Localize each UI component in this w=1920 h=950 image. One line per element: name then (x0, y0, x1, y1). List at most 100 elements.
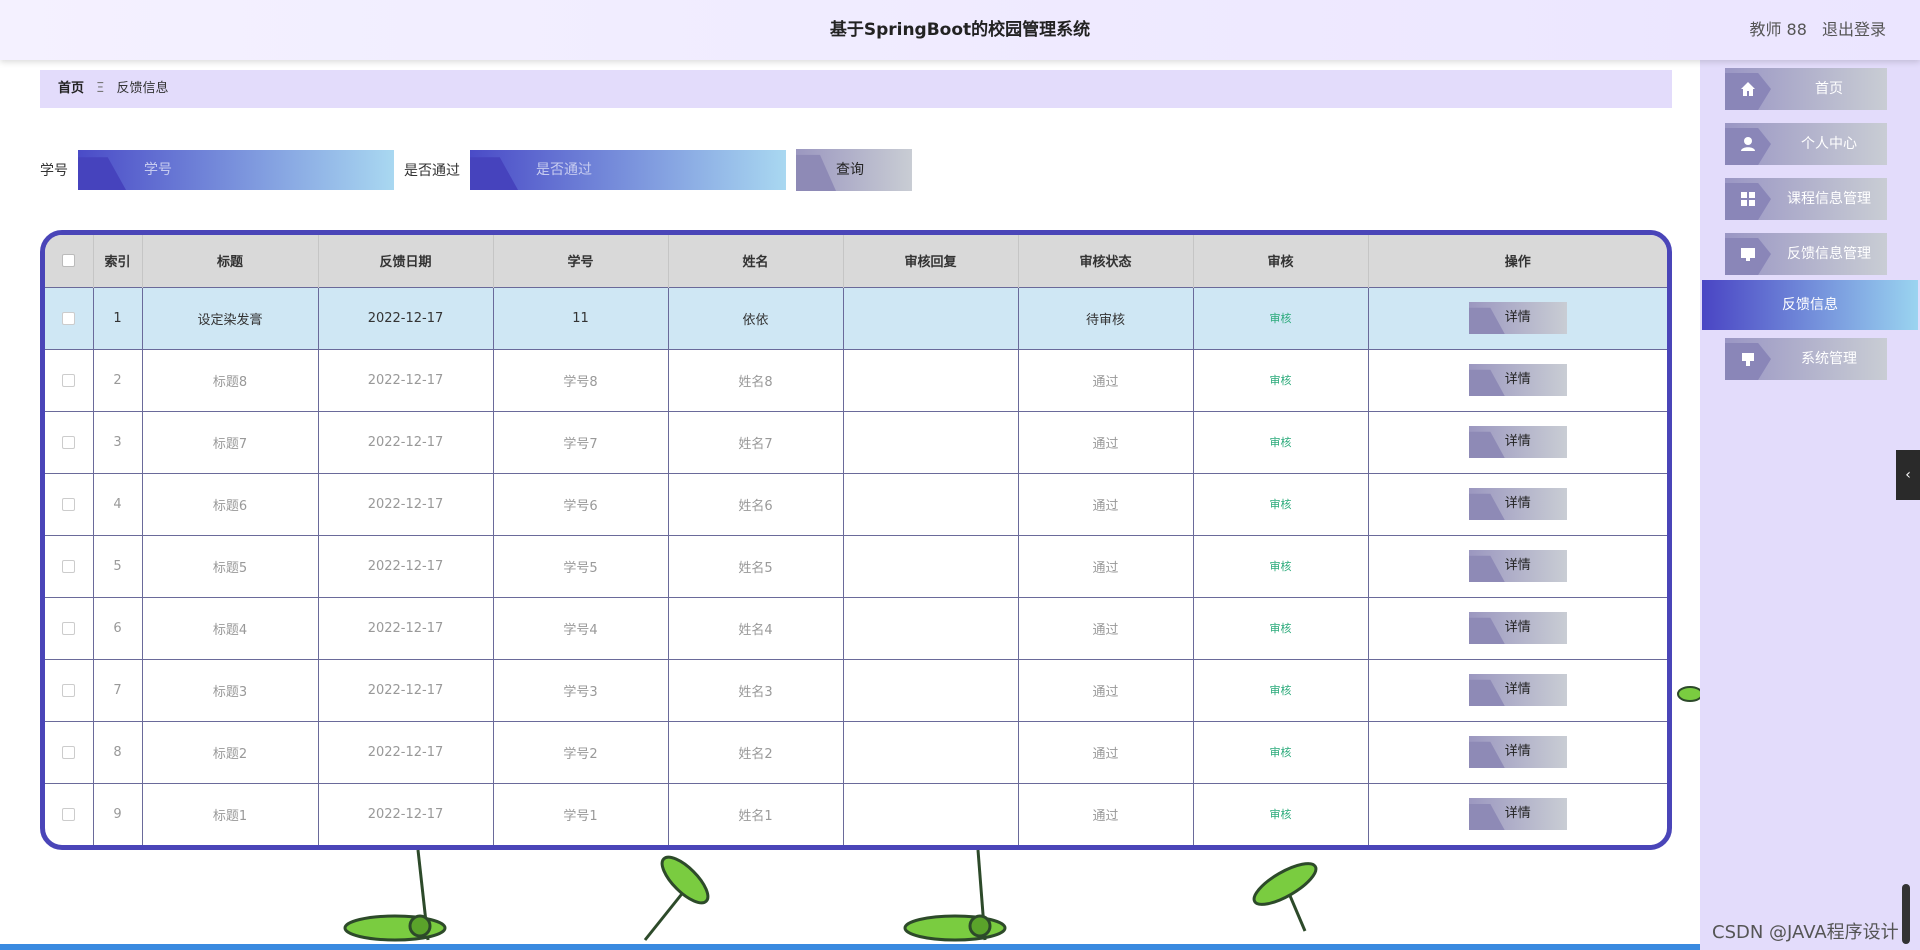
detail-button-tab (1468, 804, 1505, 831)
table-row[interactable]: 6 标题4 2022-12-17 学号4 姓名4 通过 审核 详情 (45, 596, 1667, 659)
breadcrumb: 首页 Ξ 反馈信息 (40, 70, 1672, 108)
detail-button-tab (1468, 741, 1505, 768)
cell-title: 标题3 (142, 658, 319, 721)
cell-reply (843, 534, 1019, 597)
cell-name: 姓名7 (668, 410, 844, 473)
table-row[interactable]: 9 标题1 2022-12-17 学号1 姓名1 通过 审核 详情 (45, 782, 1667, 845)
detail-button-label: 详情 (1504, 434, 1531, 449)
detail-button-tab (1468, 679, 1505, 706)
audit-link[interactable]: 审核 (1270, 684, 1292, 697)
col-date: 反馈日期 (318, 235, 494, 287)
cell-reply (843, 782, 1019, 845)
detail-button[interactable]: 详情 (1468, 426, 1567, 458)
cell-action: 详情 (1368, 596, 1667, 659)
detail-button[interactable]: 详情 (1468, 798, 1567, 831)
cell-action: 详情 (1368, 658, 1667, 721)
row-checkbox[interactable] (62, 745, 76, 759)
cell-action: 详情 (1368, 720, 1667, 783)
cell-student-id: 11 (493, 286, 669, 349)
cell-reply (843, 286, 1019, 349)
audit-link[interactable]: 审核 (1270, 560, 1292, 573)
cell-status: 通过 (1018, 658, 1194, 721)
cell-index: 4 (93, 472, 143, 535)
cell-status: 通过 (1018, 720, 1194, 783)
cell-audit: 审核 (1193, 534, 1369, 597)
bottom-progress-strip (0, 944, 1700, 950)
cell-title: 标题5 (142, 534, 319, 597)
table-row[interactable]: 8 标题2 2022-12-17 学号2 姓名2 通过 审核 详情 (45, 720, 1667, 783)
audit-link[interactable]: 审核 (1270, 436, 1292, 449)
audit-link[interactable]: 审核 (1270, 312, 1292, 325)
sidebar-item-label: 个人中心 (1801, 136, 1857, 152)
cell-status: 待审核 (1018, 286, 1194, 349)
row-checkbox[interactable] (62, 621, 76, 635)
table-row[interactable]: 7 标题3 2022-12-17 学号3 姓名3 通过 审核 详情 (45, 658, 1667, 721)
row-checkbox[interactable] (62, 683, 76, 697)
cell-date: 2022-12-17 (318, 782, 494, 845)
detail-button[interactable]: 详情 (1468, 612, 1567, 644)
sidebar-collapse-button[interactable]: ‹ (1896, 450, 1920, 500)
detail-button[interactable]: 详情 (1468, 736, 1567, 768)
table-row[interactable]: 5 标题5 2022-12-17 学号5 姓名5 通过 审核 详情 (45, 534, 1667, 597)
select-all-cell (45, 235, 94, 287)
row-select-cell (45, 596, 94, 659)
watermark: CSDN @JAVA程序设计 (1712, 922, 1899, 943)
table-row[interactable]: 2 标题8 2022-12-17 学号8 姓名8 通过 审核 详情 (45, 348, 1667, 411)
detail-button[interactable]: 详情 (1468, 550, 1567, 582)
cell-name: 依依 (668, 286, 844, 349)
scrollbar-thumb[interactable] (1902, 884, 1910, 944)
audit-link[interactable]: 审核 (1270, 374, 1292, 387)
detail-button-label: 详情 (1504, 310, 1531, 325)
detail-button-label: 详情 (1504, 744, 1531, 759)
cell-name: 姓名3 (668, 658, 844, 721)
audit-link[interactable]: 审核 (1270, 622, 1292, 635)
detail-button-tab (1468, 307, 1505, 334)
row-select-cell (45, 348, 94, 411)
detail-button[interactable]: 详情 (1468, 488, 1567, 520)
audit-link[interactable]: 审核 (1270, 808, 1292, 821)
col-action: 操作 (1368, 235, 1667, 287)
sidebar-item-profile[interactable]: 个人中心 (1725, 123, 1887, 165)
detail-button-label: 详情 (1504, 620, 1531, 635)
cell-audit: 审核 (1193, 348, 1369, 411)
sidebar-item-feedback[interactable]: 反馈信息管理 (1725, 233, 1887, 275)
row-checkbox[interactable] (62, 559, 76, 573)
sidebar-item-system[interactable]: 系统管理 (1725, 338, 1887, 380)
cell-status: 通过 (1018, 782, 1194, 845)
cell-name: 姓名8 (668, 348, 844, 411)
passed-input[interactable] (470, 150, 786, 190)
row-checkbox[interactable] (62, 435, 76, 449)
detail-button[interactable]: 详情 (1468, 674, 1567, 706)
table-row[interactable]: 4 标题6 2022-12-17 学号6 姓名6 通过 审核 详情 (45, 472, 1667, 535)
detail-button[interactable]: 详情 (1468, 364, 1567, 396)
logout-link[interactable]: 退出登录 (1822, 20, 1886, 39)
cell-title: 设定染发膏 (142, 286, 319, 349)
user-icon (1741, 137, 1755, 151)
sidebar-item-home[interactable]: 首页 (1725, 68, 1887, 110)
row-select-cell (45, 534, 94, 597)
row-checkbox[interactable] (62, 373, 76, 387)
cell-name: 姓名2 (668, 720, 844, 783)
select-all-checkbox[interactable] (62, 254, 76, 268)
row-checkbox[interactable] (62, 807, 76, 821)
sidebar-item-course[interactable]: 课程信息管理 (1725, 178, 1887, 220)
audit-link[interactable]: 审核 (1270, 746, 1292, 759)
row-checkbox[interactable] (62, 311, 76, 325)
sidebar-subitem-feedback[interactable]: 反馈信息 (1702, 280, 1918, 330)
student-id-input[interactable] (78, 150, 394, 190)
sidebar-item-label: 系统管理 (1801, 351, 1857, 367)
system-icon (1742, 353, 1754, 366)
detail-button-tab (1468, 493, 1505, 520)
table-row[interactable]: 1 设定染发膏 2022-12-17 11 依依 待审核 审核 详情 (45, 286, 1667, 349)
cell-title: 标题7 (142, 410, 319, 473)
cell-name: 姓名1 (668, 782, 844, 845)
cell-reply (843, 658, 1019, 721)
row-checkbox[interactable] (62, 497, 76, 511)
query-button[interactable]: 查询 (796, 149, 912, 191)
audit-link[interactable]: 审核 (1270, 498, 1292, 511)
detail-button[interactable]: 详情 (1468, 302, 1567, 334)
row-select-cell (45, 658, 94, 721)
table-row[interactable]: 3 标题7 2022-12-17 学号7 姓名7 通过 审核 详情 (45, 410, 1667, 473)
cell-status: 通过 (1018, 348, 1194, 411)
breadcrumb-home[interactable]: 首页 (58, 81, 84, 96)
